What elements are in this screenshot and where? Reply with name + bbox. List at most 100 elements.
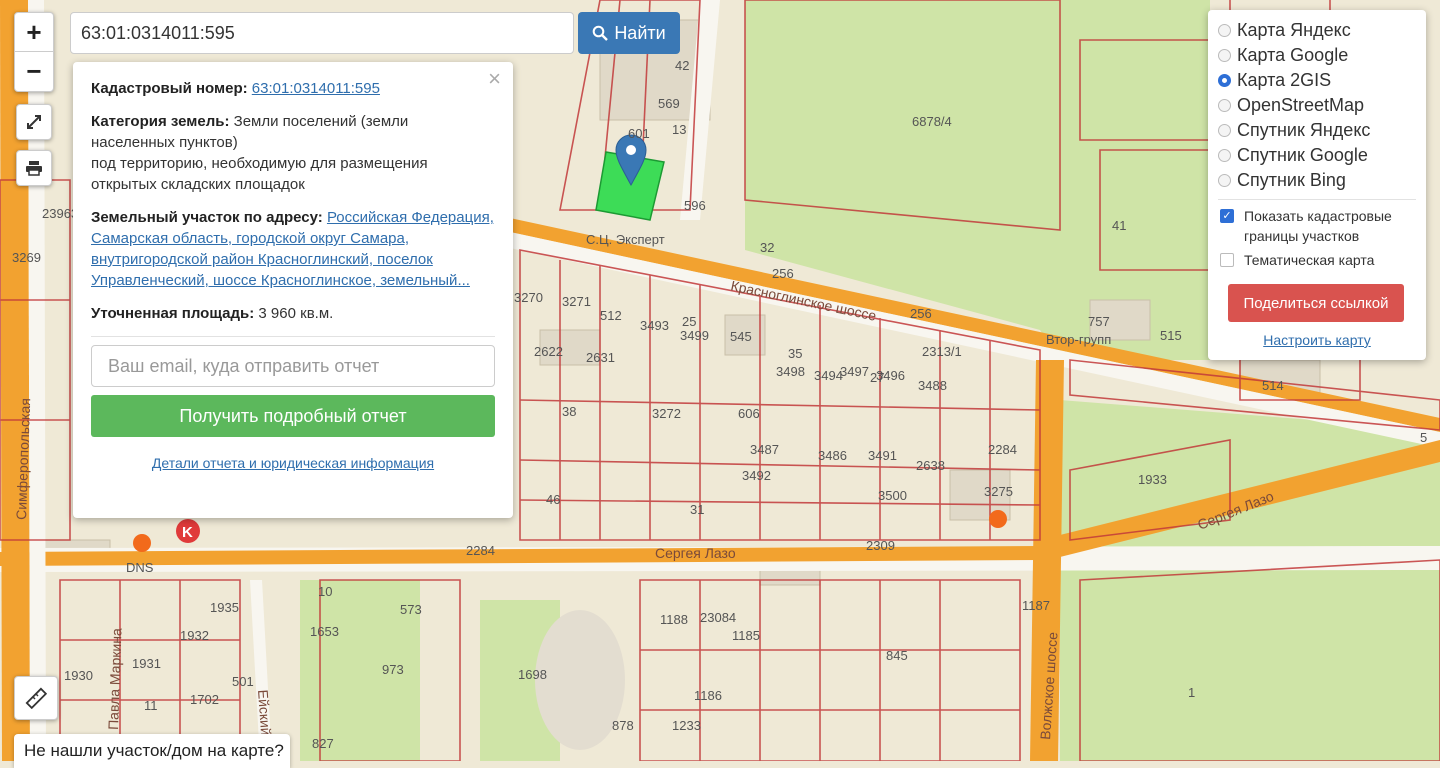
email-field[interactable] xyxy=(91,345,495,387)
parcel-number-label: 3269 xyxy=(12,250,41,265)
parcel-number-label: 42 xyxy=(675,58,689,73)
cadastral-number-link[interactable]: 63:01:0314011:595 xyxy=(252,80,380,97)
parcel-number-label: 3271 xyxy=(562,294,591,309)
parcel-number-label: 3491 xyxy=(868,448,897,463)
ruler-button[interactable] xyxy=(14,676,58,720)
radio-icon xyxy=(1218,174,1231,187)
parcel-number-label: 23084 xyxy=(700,610,736,625)
show-borders-label: Показать кадастровые границы участков xyxy=(1244,208,1392,244)
parcel-number-label: 1698 xyxy=(518,667,547,682)
thematic-map-label: Тематическая карта xyxy=(1244,252,1375,268)
layer-option-3[interactable]: OpenStreetMap xyxy=(1218,93,1416,118)
parcel-number-label: 878 xyxy=(612,718,634,733)
layer-option-label: Спутник Bing xyxy=(1237,170,1346,190)
parcel-number-label: 5 xyxy=(1420,430,1427,445)
parcel-number-label: 757 xyxy=(1088,314,1110,329)
parcel-number-label: 545 xyxy=(730,329,752,344)
layer-option-2[interactable]: Карта 2GIS xyxy=(1218,68,1416,93)
zoom-in-button[interactable]: + xyxy=(15,13,53,51)
divider xyxy=(91,336,495,337)
report-details-link[interactable]: Детали отчета и юридическая информация xyxy=(91,453,495,474)
parcel-number-label: 2638 xyxy=(916,458,945,473)
address-row: Земельный участок по адресу: Российская … xyxy=(91,207,495,291)
parcel-number-label: 1702 xyxy=(190,692,219,707)
divider xyxy=(1218,199,1416,200)
zoom-control: + − xyxy=(14,12,54,92)
configure-map-link[interactable]: Настроить карту xyxy=(1218,332,1416,348)
search-button[interactable]: Найти xyxy=(578,12,680,54)
parcel-number-label: 512 xyxy=(600,308,622,323)
layer-option-4[interactable]: Спутник Яндекс xyxy=(1218,118,1416,143)
share-link-button[interactable]: Поделиться ссылкой xyxy=(1228,284,1404,322)
search-button-label: Найти xyxy=(614,22,666,43)
parcel-number-label: 3498 xyxy=(776,364,805,379)
parcel-number-label: 1 xyxy=(1188,685,1195,700)
layer-option-1[interactable]: Карта Google xyxy=(1218,43,1416,68)
layer-option-label: Спутник Яндекс xyxy=(1237,120,1371,140)
parcel-number-label: 573 xyxy=(400,602,422,617)
svg-text:K: K xyxy=(182,524,193,541)
parcel-number-label: 3499 xyxy=(680,328,709,343)
ruler-icon xyxy=(25,687,47,709)
parcel-number-label: 501 xyxy=(232,674,254,689)
map-layers-panel: Карта Яндекс Карта Google Карта 2GIS OpenSt… xyxy=(1208,10,1426,360)
parcel-info-popup: × Кадастровый номер: 63:01:0314011:595 К… xyxy=(73,62,513,518)
parcel-number-label: 31 xyxy=(690,502,704,517)
layer-option-0[interactable]: Карта Яндекс xyxy=(1218,18,1416,43)
get-report-button[interactable]: Получить подробный отчет xyxy=(91,395,495,437)
layer-option-5[interactable]: Спутник Google xyxy=(1218,143,1416,168)
parcel-number-label: 3494 xyxy=(814,368,843,383)
fullscreen-button[interactable] xyxy=(16,104,52,140)
parcel-number-label: 3275 xyxy=(984,484,1013,499)
close-icon[interactable]: × xyxy=(488,68,501,90)
area-row: Уточненная площадь: 3 960 кв.м. xyxy=(91,303,495,324)
not-found-link[interactable]: Не нашли участок/дом на карте? xyxy=(14,734,290,768)
layer-option-6[interactable]: Спутник Bing xyxy=(1218,168,1416,193)
parcel-number-label: 41 xyxy=(1112,218,1126,233)
parcel-number-label: 1185 xyxy=(732,628,760,643)
parcel-number-label: 2284 xyxy=(988,442,1017,457)
layer-option-label: Карта Яндекс xyxy=(1237,20,1351,40)
thematic-map-checkbox[interactable]: Тематическая карта xyxy=(1218,250,1416,270)
printer-icon xyxy=(26,161,42,176)
parcel-number-label: 1930 xyxy=(64,668,93,683)
parcel-number-label: 3486 xyxy=(818,448,847,463)
parcel-number-label: 32 xyxy=(760,240,774,255)
layer-option-label: Спутник Google xyxy=(1237,145,1368,165)
radio-icon xyxy=(1218,99,1231,112)
checkbox-unchecked-icon xyxy=(1220,253,1234,267)
shop-icon[interactable] xyxy=(989,510,1007,528)
show-borders-checkbox[interactable]: ✓ Показать кадастровые границы участков xyxy=(1218,206,1416,246)
search-input[interactable] xyxy=(70,12,574,54)
parcel-number-label: 6878/4 xyxy=(912,114,952,129)
zoom-out-button[interactable]: − xyxy=(15,51,53,90)
parcel-number-label: 27 xyxy=(870,370,884,385)
green-area xyxy=(1060,400,1440,761)
parcel-number-label: 601 xyxy=(628,126,650,141)
radio-icon xyxy=(1218,24,1231,37)
parcel-number-label: 2631 xyxy=(586,350,615,365)
store-icon[interactable]: K xyxy=(176,519,200,543)
land-category-label: Категория земель: xyxy=(91,113,230,130)
parcel-number-label: 46 xyxy=(546,492,560,507)
search-icon xyxy=(593,25,609,41)
parcel-number-label: 3493 xyxy=(640,318,669,333)
parcel-number-label: 1932 xyxy=(180,628,209,643)
parcel-number-label: 1186 xyxy=(694,688,722,703)
parcel-number-label: 256 xyxy=(772,266,794,281)
parcel-number-label: 10 xyxy=(318,584,332,599)
cadastral-number-label: Кадастровый номер: xyxy=(91,80,248,97)
parcel-number-label: 25 xyxy=(682,314,696,329)
parcel-number-label: 2284 xyxy=(466,543,495,558)
parcel-number-label: 1188 xyxy=(660,612,688,627)
area-value: 3 960 кв.м. xyxy=(258,305,334,322)
parcel-number-label: 827 xyxy=(312,736,334,751)
place-label: С.Ц. Эксперт xyxy=(586,232,665,247)
parcel-number-label: 2309 xyxy=(866,538,895,553)
parcel-number-label: 11 xyxy=(144,698,158,713)
parcel-number-label: 1233 xyxy=(672,718,701,733)
print-button[interactable] xyxy=(16,150,52,186)
shop-icon[interactable] xyxy=(133,534,151,552)
radio-selected-icon xyxy=(1218,74,1231,87)
radio-icon xyxy=(1218,49,1231,62)
